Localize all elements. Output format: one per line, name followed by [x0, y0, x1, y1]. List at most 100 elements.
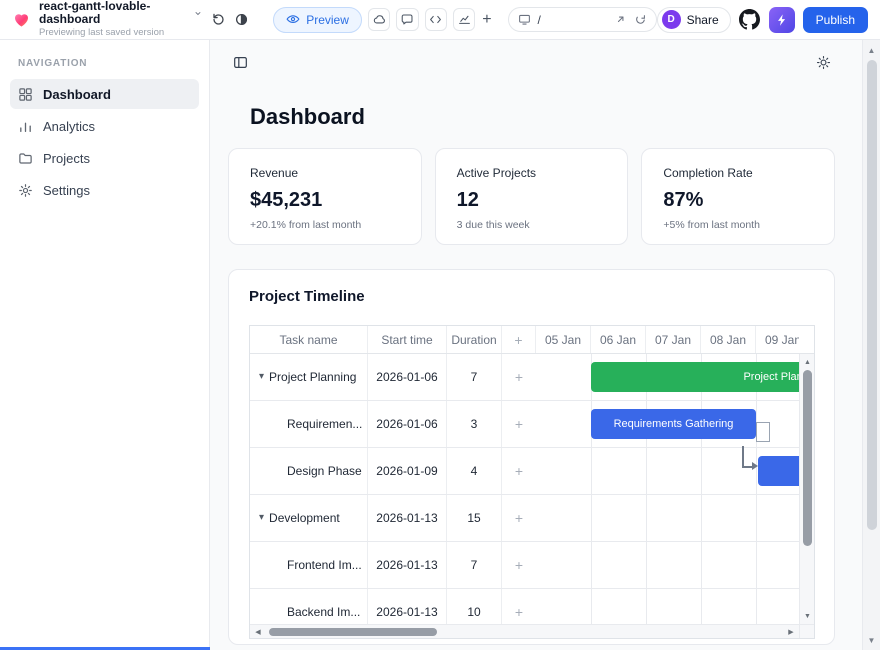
sidebar-item-label: Projects [43, 151, 90, 166]
start-time-cell[interactable]: 2026-01-13 [368, 495, 447, 541]
collapse-toggle-icon[interactable]: ▾ [259, 372, 264, 382]
task-row[interactable]: Frontend Im... 2026-01-13 7 + [250, 542, 536, 589]
comment-button[interactable] [396, 8, 418, 31]
start-time-cell[interactable]: 2026-01-06 [368, 401, 447, 447]
task-row[interactable]: Design Phase 2026-01-09 4 + [250, 448, 536, 495]
gantt-body: ▾ Project Planning 2026-01-06 7 + Requir… [250, 354, 814, 624]
stat-label: Completion Rate [663, 166, 813, 180]
task-name-cell[interactable]: Design Phase [250, 448, 368, 494]
add-task-button[interactable]: + [502, 542, 536, 588]
open-external-icon[interactable] [614, 13, 627, 26]
task-name-cell[interactable]: ▾ Development [250, 495, 368, 541]
gantt-bar-design-phase[interactable] [758, 456, 799, 486]
publish-button[interactable]: Publish [803, 7, 868, 33]
stat-cards: Revenue $45,231 +20.1% from last month A… [228, 148, 835, 245]
duration-cell[interactable]: 10 [447, 589, 502, 624]
project-switcher[interactable]: react-gantt-lovable-dashboard Previewing… [39, 0, 202, 39]
task-row[interactable]: Backend Im... 2026-01-13 10 + [250, 589, 536, 624]
duration-cell[interactable]: 7 [447, 354, 502, 400]
page-scroll-thumb[interactable] [867, 60, 877, 530]
history-button[interactable] [208, 9, 227, 31]
date-header: 07 Jan [646, 326, 701, 353]
sidebar-item-label: Dashboard [43, 87, 111, 102]
start-time-cell[interactable]: 2026-01-09 [368, 448, 447, 494]
sidebar-toggle-button[interactable] [228, 50, 252, 74]
row-line [536, 400, 799, 401]
add-task-button[interactable]: + [502, 495, 536, 541]
vertical-scroll-thumb[interactable] [803, 370, 812, 546]
scroll-up-icon[interactable]: ▲ [800, 355, 814, 369]
stat-sub: +5% from last month [663, 219, 813, 231]
preview-button[interactable]: Preview [273, 7, 362, 33]
add-task-button[interactable]: + [502, 401, 536, 447]
duration-cell[interactable]: 4 [447, 448, 502, 494]
stat-value: 12 [457, 189, 607, 212]
project-name: react-gantt-lovable-dashboard [39, 0, 191, 26]
start-time-cell[interactable]: 2026-01-13 [368, 589, 447, 624]
scroll-up-icon[interactable]: ▲ [863, 42, 880, 58]
task-row[interactable]: ▾ Development 2026-01-13 15 + [250, 495, 536, 542]
task-row[interactable]: Requiremen... 2026-01-06 3 + [250, 401, 536, 448]
eye-icon [286, 13, 300, 27]
sidebar-item-dashboard[interactable]: Dashboard [10, 79, 199, 109]
nav-section-label: NAVIGATION [18, 58, 199, 69]
refresh-icon[interactable] [634, 13, 647, 26]
sidebar-item-analytics[interactable]: Analytics [10, 111, 199, 141]
topbar: react-gantt-lovable-dashboard Previewing… [0, 0, 880, 40]
github-button[interactable] [739, 9, 761, 31]
row-line [536, 494, 799, 495]
add-task-button[interactable]: + [502, 448, 536, 494]
task-name-cell[interactable]: Backend Im... [250, 589, 368, 624]
task-name-cell[interactable]: Frontend Im... [250, 542, 368, 588]
start-time-cell[interactable]: 2026-01-06 [368, 354, 447, 400]
stat-card-revenue: Revenue $45,231 +20.1% from last month [228, 148, 422, 245]
duration-cell[interactable]: 15 [447, 495, 502, 541]
add-column-button[interactable]: + [502, 326, 536, 353]
timeline-date-headers: 05 Jan 06 Jan 07 Jan 08 Jan 09 Jan [536, 326, 799, 353]
gantt-vertical-scrollbar[interactable]: ▲ ▼ [799, 354, 814, 624]
stat-value: $45,231 [250, 189, 400, 212]
page-scrollbar[interactable]: ▲ ▼ [862, 40, 880, 650]
start-time-cell[interactable]: 2026-01-13 [368, 542, 447, 588]
lightning-icon [775, 13, 789, 27]
date-header: 09 Jan [756, 326, 799, 353]
share-button[interactable]: D Share [657, 7, 731, 33]
project-subtitle: Previewing last saved version [39, 28, 202, 38]
add-view-button[interactable]: + [482, 11, 491, 29]
scroll-right-icon[interactable]: ▶ [784, 625, 798, 638]
code-button[interactable] [425, 8, 447, 31]
contrast-button[interactable] [232, 9, 251, 31]
scrollbar-corner [799, 625, 814, 638]
share-label: Share [687, 13, 719, 27]
sidebar-item-projects[interactable]: Projects [10, 143, 199, 173]
scroll-left-icon[interactable]: ◀ [251, 625, 265, 638]
analytics-button[interactable] [453, 8, 475, 31]
cloud-button[interactable] [368, 8, 390, 31]
user-avatar: D [662, 10, 681, 29]
stat-label: Revenue [250, 166, 400, 180]
sidebar-item-settings[interactable]: Settings [10, 175, 199, 205]
theme-toggle-button[interactable] [811, 50, 835, 74]
panel-left-icon [233, 55, 248, 70]
sidebar: NAVIGATION Dashboard Analytics Projects [0, 40, 210, 650]
add-task-button[interactable]: + [502, 589, 536, 624]
collapse-toggle-icon[interactable]: ▾ [259, 513, 264, 523]
horizontal-scroll-thumb[interactable] [269, 628, 437, 636]
duration-cell[interactable]: 7 [447, 542, 502, 588]
scroll-down-icon[interactable]: ▼ [863, 632, 880, 648]
task-name-cell[interactable]: Requiremen... [250, 401, 368, 447]
url-bar[interactable]: / [508, 7, 657, 32]
scroll-down-icon[interactable]: ▼ [800, 609, 814, 623]
cloud-icon [373, 13, 386, 26]
task-name-cell[interactable]: ▾ Project Planning [250, 354, 368, 400]
upgrade-button[interactable] [769, 7, 795, 33]
gantt-bar-project-planning[interactable]: Project Planning [591, 362, 799, 392]
row-line [536, 447, 799, 448]
duration-cell[interactable]: 3 [447, 401, 502, 447]
gantt-bar-requirements-gathering[interactable]: Requirements Gathering [591, 409, 756, 439]
add-task-button[interactable]: + [502, 354, 536, 400]
gantt-timeline: Project Planning Requirements Gathering [536, 354, 799, 624]
gantt-horizontal-scrollbar[interactable]: ◀ ▶ [250, 625, 799, 638]
task-row[interactable]: ▾ Project Planning 2026-01-06 7 + [250, 354, 536, 401]
gantt-chart: Task name Start time Duration + 05 Jan 0… [249, 325, 815, 639]
